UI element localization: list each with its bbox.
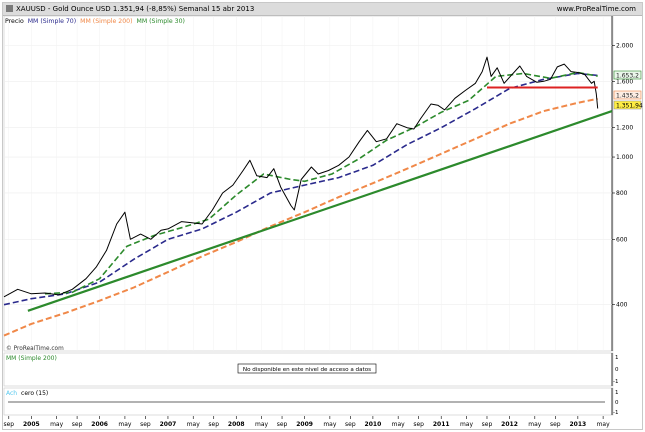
x-tick-label: may: [597, 421, 611, 428]
panel3-title-b: cero (15): [21, 390, 48, 397]
panel3-title: Ach cero (15): [6, 390, 48, 397]
x-tick-label: sep: [208, 421, 219, 428]
x-tick-label: may: [187, 421, 201, 428]
x-tick-label: sep: [413, 421, 424, 428]
price-chart[interactable]: 2.0001.6001.2001.000800600400 Precio MM …: [0, 0, 645, 432]
panel3-tick-1: 1: [615, 390, 619, 396]
y-tick-label: 2.000: [616, 42, 633, 49]
x-tick-label: 2008: [228, 421, 245, 428]
legend: Precio MM (Simple 70) MM (Simple 200) MM…: [5, 18, 185, 25]
x-tick-label: sep: [140, 421, 151, 428]
x-tick-label: may: [118, 421, 132, 428]
x-tick-label: may: [528, 421, 542, 428]
x-tick-label: may: [460, 421, 474, 428]
x-tick-label: 2009: [296, 421, 313, 428]
x-tick-label: sep: [345, 421, 356, 428]
panel3-tick-neg1: -1: [613, 410, 618, 416]
x-tick-label: may: [392, 421, 406, 428]
panel2-tick-0: 0: [615, 367, 619, 373]
legend-mm30: MM (Simple 30): [137, 18, 185, 25]
x-tick-label: may: [323, 421, 337, 428]
x-tick-label: sep: [72, 421, 83, 428]
y-tick-label: 600: [616, 236, 628, 243]
panel3-tick-0: 0: [615, 400, 619, 406]
legend-mm200: MM (Simple 200): [80, 18, 132, 25]
x-tick-label: 2013: [569, 421, 586, 428]
x-tick-label: sep: [277, 421, 288, 428]
x-tick-label: sep: [482, 421, 493, 428]
x-tick-label: 2006: [91, 421, 108, 428]
x-tick-label: 2005: [23, 421, 40, 428]
panel2-title: MM (Simple 200): [6, 355, 57, 362]
indicator-panel-cero: [3, 387, 614, 416]
x-tick-label: 2007: [160, 421, 177, 428]
x-tick-label: may: [255, 421, 269, 428]
legend-price: Precio: [5, 18, 24, 25]
x-tick-label: 2012: [501, 421, 518, 428]
x-tick-label: sep: [3, 421, 14, 428]
watermark: © ProRealTime.com: [6, 345, 64, 352]
unavailable-message: No disponible en este nivel de acceso a …: [243, 367, 371, 373]
panel3-title-a: Ach: [6, 390, 17, 397]
panel2-tick-1: 1: [615, 355, 619, 361]
y-tick-label: 1.000: [616, 154, 633, 161]
x-tick-label: 2011: [433, 421, 450, 428]
last-price-label: 1.351,94: [616, 103, 643, 110]
y-tick-label: 800: [616, 190, 628, 197]
mm30-value-label: 1.653,2: [616, 73, 639, 80]
panel2-tick-neg1: -1: [613, 379, 618, 385]
y-tick-label: 1.200: [616, 125, 633, 132]
x-tick-label: 2010: [365, 421, 382, 428]
mm200-value-label: 1.435,2: [616, 93, 639, 100]
legend-mm70: MM (Simple 70): [28, 18, 76, 25]
x-tick-label: may: [50, 421, 64, 428]
main-panel: [3, 15, 614, 352]
x-tick-label: sep: [550, 421, 561, 428]
y-tick-label: 400: [616, 302, 628, 309]
